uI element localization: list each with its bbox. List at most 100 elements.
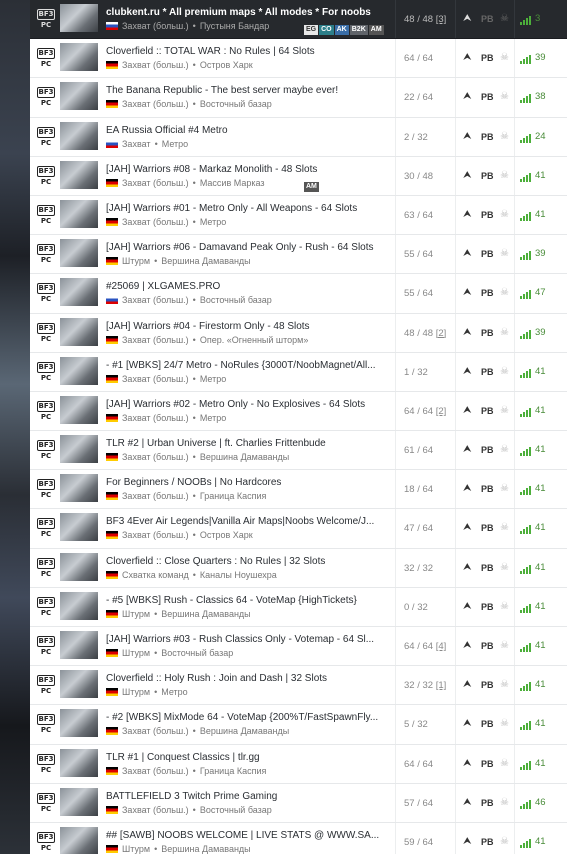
- map-thumbnail: [60, 356, 98, 385]
- server-row[interactable]: BF3 PC [JAH] Warriors #01 - Metro Only -…: [30, 195, 567, 236]
- server-row[interactable]: BF3 PC Cloverfield :: TOTAL WAR : No Rul…: [30, 39, 567, 79]
- column-divider: [514, 156, 515, 195]
- platform-bf3-pc-icon: BF3 PC: [37, 126, 55, 147]
- player-count: 48 / 48 [3]: [404, 14, 446, 25]
- server-row[interactable]: BF3 PC TLR #1 | Conquest Classics | tlr.…: [30, 744, 567, 784]
- column-divider: [455, 78, 456, 117]
- separator-dot: •: [192, 295, 196, 306]
- ping: 41: [520, 483, 546, 496]
- player-count-value: 64 / 64: [404, 53, 434, 65]
- platform-game-label: BF3: [37, 165, 55, 177]
- map-name: Пустыня Бандар: [199, 21, 270, 31]
- column-divider: [514, 117, 515, 156]
- map-thumbnail: [60, 278, 98, 307]
- server-row[interactable]: BF3 PC - #5 [WBKS] Rush - Classics 64 - …: [30, 587, 567, 627]
- server-row[interactable]: BF3 PC EA Russia Official #4 Metro Захва…: [30, 117, 567, 157]
- server-row[interactable]: BF3 PC [JAH] Warriors #02 - Metro Only -…: [30, 391, 567, 432]
- skull-icon: ☠: [500, 522, 509, 534]
- platform-pc-label: PC: [40, 60, 52, 69]
- ping: 38: [520, 91, 546, 104]
- server-row[interactable]: BF3 PC - #1 [WBKS] 24/7 Metro - NoRules …: [30, 352, 567, 392]
- player-count-value: 55 / 64: [404, 249, 434, 261]
- player-count-value: 61 / 64: [404, 445, 434, 457]
- ping-value: 41: [535, 679, 546, 691]
- server-name: For Beginners / NOOBs | No Hardcores: [106, 477, 282, 489]
- signal-bars-icon: [520, 328, 532, 339]
- server-row[interactable]: BF3 PC clubkent.ru * All premium maps * …: [30, 0, 567, 40]
- signal-bars-icon: [520, 445, 532, 457]
- platform-bf3-pc-icon: BF3 PC: [37, 714, 55, 734]
- column-divider: [514, 548, 515, 587]
- game-mode: Захват (больш.): [122, 765, 189, 776]
- player-count: 2 / 32: [404, 132, 428, 143]
- server-row[interactable]: BF3 PC - #2 [WBKS] MixMode 64 - VoteMap …: [30, 705, 567, 745]
- country-flag-icon: [106, 374, 118, 383]
- platform-game-label: BF3: [37, 792, 55, 804]
- platform-game-label: BF3: [37, 9, 55, 20]
- player-count-value: 48 / 48: [404, 327, 434, 339]
- server-name: BF3 4Ever Air Legends|Vanilla Air Maps|N…: [106, 516, 375, 528]
- skull-icon: ☠: [500, 52, 509, 64]
- map-thumbnail: [60, 670, 98, 699]
- server-row[interactable]: BF3 PC For Beginners / NOOBs | No Hardco…: [30, 470, 567, 510]
- server-tag: AK: [334, 25, 349, 35]
- server-subline: Штурм • Вершина Дамаванды: [106, 609, 251, 619]
- game-mode: Захват (больш.): [122, 334, 189, 345]
- country-flag-icon: [106, 335, 118, 344]
- column-divider: [514, 627, 515, 666]
- server-row[interactable]: BF3 PC #25069 | XLGAMES.PRO Захват (боль…: [30, 274, 567, 314]
- ping: 39: [520, 327, 546, 339]
- player-count: 55 / 64: [404, 249, 433, 260]
- server-name: [JAH] Warriors #03 - Rush Classics Only …: [106, 634, 375, 645]
- separator-dot: •: [192, 804, 196, 815]
- server-row[interactable]: BF3 PC BF3 4Ever Air Legends|Vanilla Air…: [30, 509, 567, 549]
- map-name: Опер. «Огненный шторм»: [199, 334, 309, 345]
- country-flag-icon: [106, 844, 118, 853]
- server-row[interactable]: BF3 PC ## [SAWB] NOOBS WELCOME | LIVE ST…: [30, 822, 567, 854]
- rank-chevron-icon: ⮝: [463, 365, 472, 377]
- column-divider: [455, 470, 456, 509]
- server-row[interactable]: BF3 PC The Banana Republic - The best se…: [30, 78, 567, 118]
- player-count-value: 32 / 32: [404, 680, 434, 692]
- server-name: Cloverfield :: TOTAL WAR : No Rules | 64…: [106, 46, 315, 58]
- map-name: Метро: [199, 373, 227, 384]
- ping: 41: [520, 718, 546, 731]
- column-divider: [395, 117, 396, 156]
- map-thumbnail: [60, 787, 98, 816]
- server-row[interactable]: BF3 PC [JAH] Warriors #08 - Markaz Monol…: [30, 156, 567, 196]
- server-list: BF3 PC clubkent.ru * All premium maps * …: [30, 0, 567, 854]
- ping-value: 41: [535, 169, 546, 181]
- country-flag-icon: [106, 609, 118, 618]
- rank-chevron-icon: ⮝: [463, 600, 472, 612]
- server-row[interactable]: BF3 PC [JAH] Warriors #03 - Rush Classic…: [30, 627, 567, 667]
- queue-count: [3]: [435, 14, 447, 25]
- platform-bf3-pc-icon: BF3 PC: [37, 165, 55, 186]
- column-divider: [514, 78, 515, 117]
- platform-pc-label: PC: [40, 99, 52, 108]
- server-name: [JAH] Warriors #08 - Markaz Monolith - 4…: [106, 163, 318, 175]
- server-row[interactable]: BF3 PC [JAH] Warriors #04 - Firestorm On…: [30, 313, 567, 353]
- platform-game-label: BF3: [37, 126, 55, 138]
- column-divider: [395, 548, 396, 587]
- rank-chevron-icon: ⮝: [463, 404, 472, 416]
- platform-bf3-pc-icon: BF3 PC: [37, 753, 55, 774]
- game-mode: Захват (больш.): [122, 373, 189, 384]
- server-row[interactable]: BF3 PC Cloverfield :: Holy Rush : Join a…: [30, 666, 567, 706]
- game-mode: Захват (больш.): [122, 177, 189, 188]
- platform-game-label: BF3: [37, 831, 55, 843]
- platform-bf3-pc-icon: BF3 PC: [37, 792, 55, 813]
- column-divider: [455, 783, 456, 822]
- server-row[interactable]: BF3 PC Cloverfield :: Close Quarters : N…: [30, 548, 567, 588]
- column-divider: [514, 509, 515, 548]
- column-divider: [395, 587, 396, 626]
- game-mode: Захват (больш.): [122, 804, 189, 815]
- column-divider: [455, 627, 456, 666]
- server-row[interactable]: BF3 PC [JAH] Warriors #06 - Damavand Pea…: [30, 235, 567, 275]
- player-count-value: 64 / 64: [404, 641, 434, 652]
- separator-dot: •: [154, 648, 158, 658]
- server-row[interactable]: BF3 PC BATTLEFIELD 3 Twitch Prime Gaming…: [30, 783, 567, 823]
- map-thumbnail: [60, 317, 98, 346]
- game-mode: Захват (больш.): [122, 530, 189, 541]
- rank-chevron-icon: ⮝: [463, 679, 472, 691]
- server-row[interactable]: BF3 PC TLR #2 | Urban Universe | ft. Cha…: [30, 431, 567, 471]
